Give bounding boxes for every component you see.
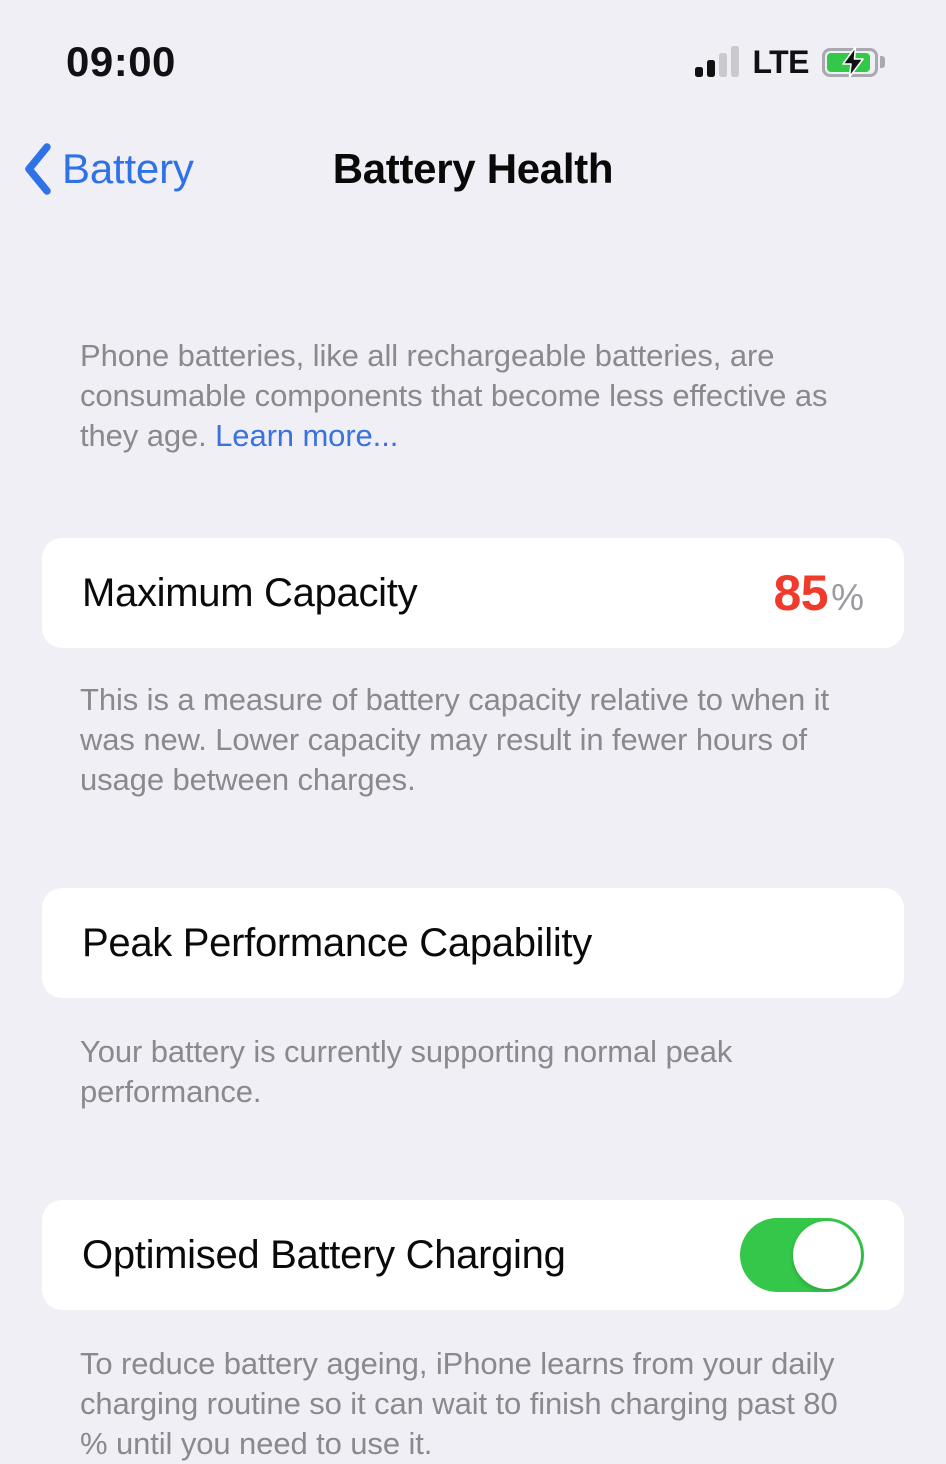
maximum-capacity-value: 85% — [773, 568, 864, 618]
status-indicators: LTE — [695, 40, 885, 80]
peak-performance-row[interactable]: Peak Performance Capability — [42, 888, 904, 998]
maximum-capacity-number: 85 — [773, 565, 829, 621]
peak-performance-label: Peak Performance Capability — [82, 921, 592, 965]
maximum-capacity-row[interactable]: Maximum Capacity 85% — [42, 538, 904, 648]
maximum-capacity-label: Maximum Capacity — [82, 571, 418, 615]
optimised-battery-charging-toggle[interactable] — [740, 1218, 864, 1292]
intro-text: Phone batteries, like all rechargeable b… — [80, 338, 828, 453]
navigation-bar: Battery Battery Health — [0, 128, 946, 210]
peak-performance-note: Your battery is currently supporting nor… — [80, 1034, 733, 1109]
maximum-capacity-unit: % — [831, 577, 864, 618]
toggle-knob — [793, 1221, 861, 1289]
settings-content: Phone batteries, like all rechargeable b… — [0, 210, 946, 1464]
network-type-label: LTE — [752, 44, 809, 80]
status-bar: 09:00 LTE — [0, 0, 946, 118]
intro-description: Phone batteries, like all rechargeable b… — [0, 210, 946, 456]
optimised-battery-charging-label: Optimised Battery Charging — [82, 1233, 566, 1277]
maximum-capacity-note: This is a measure of battery capacity re… — [80, 682, 829, 797]
cellular-signal-icon — [695, 46, 740, 77]
page-title: Battery Health — [332, 145, 614, 192]
optimised-battery-charging-row[interactable]: Optimised Battery Charging — [42, 1200, 904, 1310]
lightning-bolt-icon — [842, 47, 864, 77]
status-time: 09:00 — [66, 38, 176, 85]
learn-more-link[interactable]: Learn more... — [215, 418, 398, 453]
battery-health-screen: 09:00 LTE Battery Battery Health Phone b… — [0, 0, 946, 1461]
optimised-battery-charging-note: To reduce battery ageing, iPhone learns … — [80, 1346, 838, 1461]
battery-charging-icon — [822, 47, 885, 78]
